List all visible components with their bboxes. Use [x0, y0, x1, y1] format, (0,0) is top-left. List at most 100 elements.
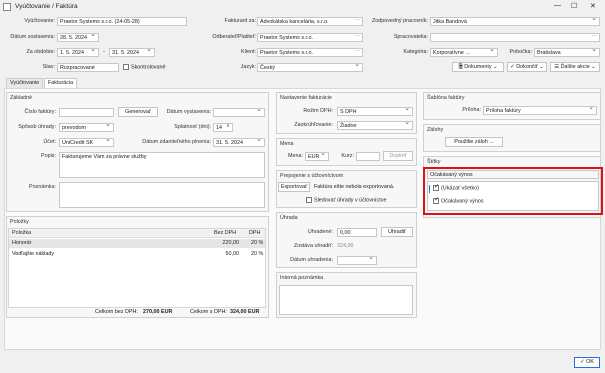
- pobocka-select[interactable]: Bratislava: [534, 48, 600, 57]
- more-icon[interactable]: ···: [355, 18, 360, 23]
- kurz-input[interactable]: [356, 152, 380, 161]
- skontrolovane-label: Skontrolované: [131, 64, 166, 71]
- kategoria-label: Kategória:: [403, 49, 428, 55]
- celkom-s-value: 324,00 EUR: [230, 309, 260, 315]
- datum-zostavenia-input[interactable]: 28. 5. 2024: [57, 33, 99, 42]
- stitky-dropdown: (Ukázať všetko) Očakávaný výnos: [427, 181, 599, 211]
- spinner-icon[interactable]: ⇕: [226, 124, 230, 129]
- datum-vystavenia-input[interactable]: [213, 108, 265, 117]
- tab-fakturacia[interactable]: Fakturácia: [44, 78, 78, 88]
- zodp-label: Zodpovedný pracovník:: [371, 18, 428, 24]
- popis-textarea[interactable]: Fakturujeme Vám za právne služby: [59, 152, 265, 178]
- mena-label: Mena:: [288, 153, 303, 159]
- obdobie-from-input[interactable]: 1. 5. 2024: [57, 48, 99, 57]
- mena-select[interactable]: EUR: [305, 152, 329, 161]
- table-row[interactable]: Honorár 220,00 20 %: [9, 239, 265, 248]
- cislo-faktury-input[interactable]: [59, 108, 114, 117]
- klient-label: Klient:: [241, 49, 256, 55]
- splatnost-label: Splatnosť (dni):: [174, 124, 211, 130]
- more-icon[interactable]: ···: [355, 34, 360, 39]
- checkbox-icon: [123, 64, 129, 70]
- dalsie-akcie-button[interactable]: ☰ Ďalšie akcie ⌄: [550, 62, 600, 72]
- zodp-select[interactable]: Jitka Bandová: [430, 17, 600, 26]
- close-icon[interactable]: ✕: [590, 2, 596, 10]
- sposob-uhrady-select[interactable]: prevodom: [59, 123, 114, 132]
- datum-zdan-label: Dátum zdaniteľného plnenia:: [142, 139, 211, 145]
- ucet-select[interactable]: UniCredit SK: [59, 138, 114, 147]
- generovat-button[interactable]: Generovať: [118, 107, 158, 117]
- chevron-up-icon[interactable]: ⌃: [591, 171, 596, 176]
- row-polozka: Honorár: [12, 240, 32, 246]
- datum-zost-label: Dátum zostavenia:: [10, 34, 55, 40]
- maximize-icon[interactable]: ☐: [571, 2, 577, 10]
- obdobie-separator: -: [103, 49, 105, 55]
- window-title: Vyúčtovanie / Faktúra: [15, 3, 78, 10]
- skontrolovane-checkbox[interactable]: Skontrolované: [123, 64, 165, 70]
- datum-vyst-label: Dátum vystavenia:: [166, 109, 211, 115]
- panel-title: Prepojenie s účtovníctvom: [280, 173, 344, 179]
- dropdown-option[interactable]: (Ukázať všetko): [429, 183, 479, 193]
- dalsie-label: Ďalšie akcie: [560, 64, 590, 70]
- app-icon: [3, 3, 11, 11]
- celkom-bez-value: 270,00 EUR: [143, 309, 173, 315]
- uhradit-button[interactable]: Uhradiť: [381, 227, 413, 237]
- priloha-label: Príloha:: [462, 107, 481, 113]
- polozky-table: Položka Bez DPH DPH Honorár 220,00 20 % …: [8, 228, 266, 308]
- dokoncit-button[interactable]: ✓ Dokončiť ⌄: [507, 62, 547, 72]
- fakturant-input[interactable]: Advokátska kancelária, s.r.o. ···: [257, 17, 363, 26]
- checkbox-checked-icon: [433, 183, 439, 191]
- checkbox-checked-icon: [433, 196, 439, 204]
- export-status: Faktúra ešte nebola exportovaná.: [314, 184, 395, 190]
- stitky-multiselect[interactable]: Očakávaný výnos ⌃: [427, 170, 599, 179]
- checkbox-icon: [306, 197, 312, 203]
- obdobie-to-input[interactable]: 31. 5. 2024: [109, 48, 155, 57]
- fakturant-label: Fakturant za:: [224, 18, 256, 24]
- priloha-select[interactable]: Príloha faktúry: [483, 106, 597, 115]
- sledovat-checkbox[interactable]: Sledovať úhrady v účtovníctve: [306, 197, 386, 203]
- spracovatelia-input[interactable]: ···: [430, 33, 600, 42]
- more-icon[interactable]: ···: [592, 34, 597, 39]
- datum-uhr-label: Dátum uhradenia:: [290, 257, 333, 263]
- interna-poznamka-textarea[interactable]: [279, 285, 413, 315]
- zaokruhlovanie-select[interactable]: Žiadne: [337, 121, 413, 130]
- vyuctovanie-input[interactable]: Praetor Systems s.r.o. (24-05-28): [57, 17, 187, 26]
- rezim-dph-select[interactable]: S DPH: [337, 107, 413, 116]
- option-label: Očakávaný výnos: [441, 198, 484, 205]
- tab-vyuctovanie[interactable]: Vyúčtovanie: [6, 78, 44, 88]
- popis-label: Popis:: [41, 153, 56, 159]
- dokoncit-label: Dokončiť: [516, 64, 538, 70]
- celkom-s-label: Celkom s DPH:: [190, 309, 227, 315]
- exportovat-button[interactable]: Exportovať: [278, 182, 310, 192]
- uhradene-input[interactable]: 0,00: [337, 228, 377, 237]
- poznamka-label: Poznámka:: [29, 184, 56, 190]
- row-dph: 20 %: [251, 251, 264, 257]
- odberatel-input[interactable]: Praetor Systems s.r.o. ···: [257, 33, 363, 42]
- jazyk-label: Jazyk:: [240, 64, 256, 70]
- kategoria-select[interactable]: Korporatívne ...: [430, 48, 498, 57]
- pouzitie-zaloh-button[interactable]: Použitie záloh ...: [445, 137, 503, 147]
- poznamka-textarea[interactable]: [59, 182, 265, 208]
- table-row[interactable]: Vedľajšie náklady 50,00 20 %: [9, 250, 265, 259]
- panel-title: Zálohy: [427, 127, 444, 133]
- dokumenty-button[interactable]: 🗎 Dokumenty ⌄: [452, 62, 504, 72]
- more-icon[interactable]: ···: [355, 49, 360, 54]
- row-dph: 20 %: [251, 240, 264, 246]
- vyuctovanie-label: Vyúčtovanie:: [24, 18, 55, 24]
- panel-title: Mena: [280, 141, 294, 147]
- klient-value: Praetor Systems s.r.o.: [260, 50, 314, 56]
- datum-uhradenia-input[interactable]: [337, 256, 377, 265]
- zaokr-label: Zaokrúhľovanie:: [294, 122, 333, 128]
- row-polozka: Vedľajšie náklady: [12, 251, 55, 257]
- ok-button[interactable]: ✓ OK: [574, 357, 600, 368]
- row-bez-dph: 50,00: [225, 251, 240, 257]
- minimize-icon[interactable]: —: [554, 2, 561, 9]
- cislo-label: Číslo faktúry:: [24, 109, 56, 115]
- panel-title: Interná poznámka: [280, 275, 324, 281]
- panel-title: Položky: [10, 219, 29, 225]
- jazyk-select[interactable]: Český: [257, 63, 363, 72]
- splatnost-input[interactable]: 14 ⇕: [213, 123, 233, 132]
- dropdown-option[interactable]: Očakávaný výnos: [433, 196, 484, 205]
- title-bar: Vyúčtovanie / Faktúra — ☐ ✕: [0, 0, 605, 14]
- datum-zdan-input[interactable]: 31. 5. 2024: [213, 138, 265, 147]
- klient-input[interactable]: Praetor Systems s.r.o. ···: [257, 48, 363, 57]
